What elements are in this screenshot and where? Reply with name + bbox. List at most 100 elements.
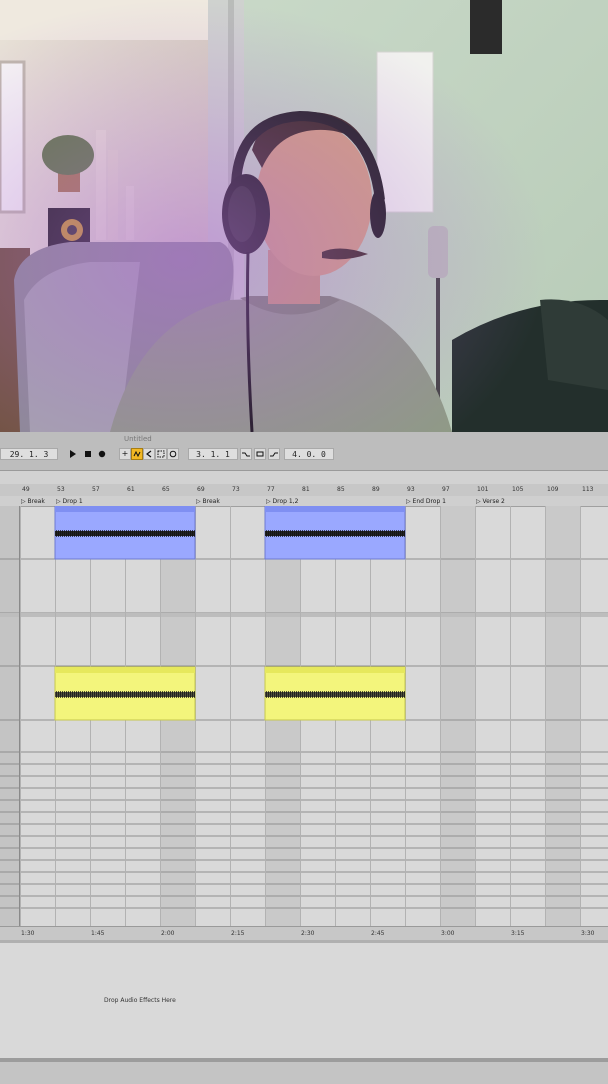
record-button[interactable]	[96, 448, 108, 460]
automation-icon	[133, 450, 141, 458]
waveform-tick	[372, 691, 373, 698]
waveform-tick	[72, 691, 73, 698]
waveform-tick	[116, 530, 117, 537]
waveform-tick	[282, 530, 283, 537]
session-record-button[interactable]	[167, 448, 179, 460]
waveform-tick	[188, 530, 189, 537]
waveform-tick	[398, 691, 399, 698]
locator-marker[interactable]: ▷ End Drop 1	[406, 498, 446, 505]
waveform-tick	[102, 530, 103, 537]
waveform-tick	[294, 530, 295, 537]
waveform-tick	[176, 691, 177, 698]
waveform-tick	[160, 530, 161, 537]
waveform-tick	[124, 691, 125, 698]
punch-out-button[interactable]	[268, 448, 280, 460]
time-label: 3:30	[581, 930, 595, 937]
waveform-tick	[306, 530, 307, 537]
waveform-tick	[80, 530, 81, 537]
waveform-tick	[96, 691, 97, 698]
waveform-tick	[142, 530, 143, 537]
waveform-tick	[164, 691, 165, 698]
waveform-tick	[112, 530, 113, 537]
waveform-tick	[78, 691, 79, 698]
waveform-tick	[400, 530, 401, 537]
waveform-tick	[114, 530, 115, 537]
play-button[interactable]	[67, 448, 79, 460]
waveform-tick	[318, 691, 319, 698]
punch-in-button[interactable]	[240, 448, 252, 460]
waveform-tick	[74, 691, 75, 698]
time-label: 2:45	[371, 930, 385, 937]
locator-marker[interactable]: ▷ Drop 1	[56, 498, 83, 505]
waveform-tick	[398, 530, 399, 537]
waveform-tick	[322, 530, 323, 537]
waveform-tick	[276, 530, 277, 537]
waveform-tick	[376, 691, 377, 698]
overdub-button[interactable]: +	[119, 448, 131, 460]
waveform-tick	[180, 691, 181, 698]
waveform-tick	[56, 530, 57, 537]
waveform-tick	[326, 530, 327, 537]
waveform-tick	[58, 691, 59, 698]
loop-start-display[interactable]: 3. 1. 1	[188, 448, 238, 460]
loop-length-display[interactable]: 4. 0. 0	[284, 448, 334, 460]
waveform-tick	[122, 530, 123, 537]
waveform-tick	[272, 530, 273, 537]
waveform-tick	[302, 530, 303, 537]
waveform-tick	[186, 530, 187, 537]
track-area[interactable]	[0, 505, 608, 959]
waveform-tick	[404, 530, 405, 537]
waveform-tick	[330, 691, 331, 698]
waveform-tick	[304, 691, 305, 698]
waveform-tick	[162, 530, 163, 537]
time-ruler[interactable]: 1:30 1:45 2:00 2:15 2:30 2:45 3:00 3:15 3:30	[0, 926, 608, 941]
waveform-tick	[318, 530, 319, 537]
clip-lanes[interactable]	[0, 505, 608, 928]
waveform-tick	[370, 530, 371, 537]
waveform-tick	[134, 530, 135, 537]
waveform-tick	[82, 530, 83, 537]
waveform-tick	[72, 530, 73, 537]
record-icon	[98, 450, 106, 458]
time-label: 2:30	[301, 930, 315, 937]
waveform-tick	[98, 691, 99, 698]
waveform-tick	[128, 530, 129, 537]
re-enable-automation-button[interactable]	[143, 448, 155, 460]
play-icon	[70, 450, 76, 458]
locator-marker[interactable]: ▷ Drop 1,2	[266, 498, 298, 505]
waveform-tick	[392, 530, 393, 537]
locator-marker[interactable]: ▷ Verse 2	[476, 498, 505, 505]
plus-icon: +	[121, 449, 129, 458]
locator-marker[interactable]: ▷ Break	[196, 498, 220, 505]
time-label: 2:15	[231, 930, 245, 937]
locator-marker[interactable]: ▷ Break	[21, 498, 45, 505]
waveform-tick	[186, 691, 187, 698]
waveform-tick	[110, 691, 111, 698]
waveform-tick	[284, 530, 285, 537]
waveform-tick	[348, 691, 349, 698]
loop-switch-button[interactable]	[254, 448, 266, 460]
waveform-tick	[138, 530, 139, 537]
waveform-tick	[118, 691, 119, 698]
automation-arm-button[interactable]	[131, 448, 143, 460]
waveform-tick	[274, 691, 275, 698]
waveform-tick	[330, 530, 331, 537]
waveform-tick	[316, 530, 317, 537]
waveform-tick	[146, 530, 147, 537]
waveform-tick	[92, 691, 93, 698]
waveform-tick	[280, 691, 281, 698]
stop-button[interactable]	[82, 448, 94, 460]
waveform-tick	[360, 691, 361, 698]
waveform-tick	[320, 530, 321, 537]
waveform-tick	[168, 691, 169, 698]
waveform-tick	[388, 530, 389, 537]
capture-midi-button[interactable]	[155, 448, 167, 460]
waveform-tick	[148, 691, 149, 698]
song-position-display[interactable]: 29. 1. 3	[0, 448, 58, 460]
waveform-tick	[114, 691, 115, 698]
waveform-tick	[286, 691, 287, 698]
bar-number: 69	[197, 486, 205, 493]
waveform-tick	[132, 530, 133, 537]
device-view[interactable]: Drop Audio Effects Here	[0, 940, 608, 1061]
waveform-tick	[88, 691, 89, 698]
